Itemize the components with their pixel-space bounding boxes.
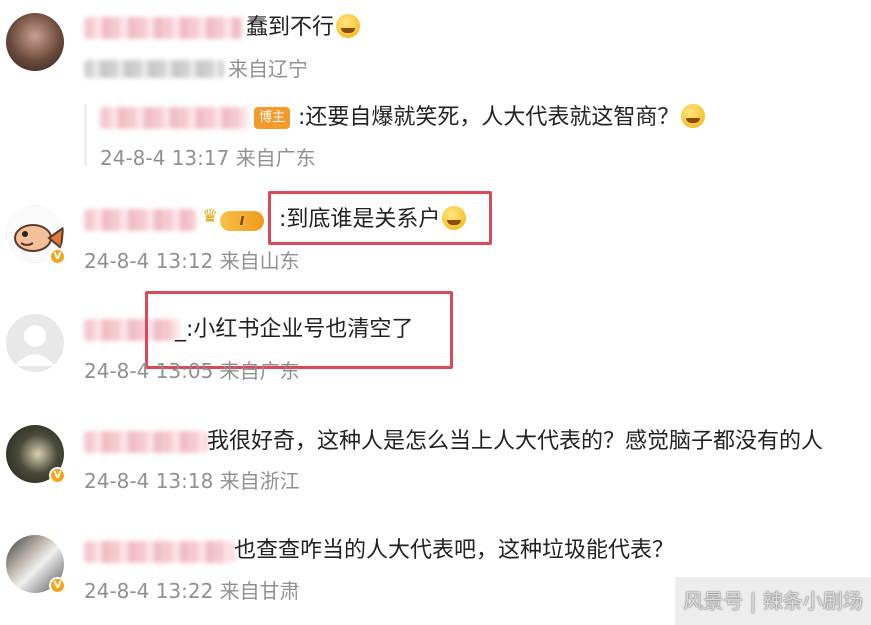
comment-meta: 来自辽宁 — [228, 57, 308, 81]
comment-meta: 24-8-4 13:17 来自广东 — [100, 146, 316, 170]
username-blurred[interactable] — [84, 541, 234, 563]
default-avatar-image — [6, 314, 64, 372]
verified-icon: V — [49, 577, 66, 594]
timestamp-blurred — [84, 60, 224, 78]
user-placeholder-icon — [15, 325, 55, 366]
comment-content: :还要自爆就笑死，人大代表就这智商？ — [298, 105, 680, 130]
comment-text: 蠢到不行 — [246, 14, 361, 42]
comment-meta: 24-8-4 13:12 来自山东 — [84, 249, 300, 273]
comment-text: 也查查咋当的人大代表吧，这种垃圾能代表？ — [234, 537, 674, 565]
comment-content: 也查查咋当的人大代表吧，这种垃圾能代表？ — [234, 538, 675, 563]
level-badge: I — [220, 211, 264, 231]
reply-thread-line — [84, 104, 87, 166]
comment-meta: 24-8-4 13:22 来自甘肃 — [84, 579, 300, 603]
highlight-box — [145, 291, 453, 369]
verified-icon: V — [49, 248, 66, 265]
username-blurred[interactable] — [84, 209, 196, 231]
comment-text: :还要自爆就笑死，人大代表就这智商？ — [298, 104, 706, 132]
host-badge: 博主 — [254, 107, 291, 129]
username-blurred[interactable] — [84, 431, 208, 453]
emoji-icon — [336, 14, 361, 38]
watermark: 风景号 | 辣条小剧场 — [675, 577, 871, 625]
comment-meta: 24-8-4 13:05 来自广东 — [84, 359, 300, 383]
laughing-emoji-icon — [681, 104, 706, 128]
comment-meta: 24-8-4 13:18 来自浙江 — [84, 469, 300, 493]
crown-icon: ♛ — [202, 206, 219, 227]
comment-content: 蠢到不行 — [246, 15, 335, 40]
avatar-image — [6, 13, 64, 71]
verified-icon: V — [49, 467, 66, 484]
username-blurred[interactable] — [84, 17, 242, 39]
avatar[interactable] — [6, 314, 64, 372]
comment-text: 我很好奇，这种人是怎么当上人大代表的？感觉脑子都没有的人 — [207, 428, 823, 456]
highlight-box — [268, 191, 492, 245]
avatar[interactable] — [6, 13, 64, 71]
comment-content: 我很好奇，这种人是怎么当上人大代表的？感觉脑子都没有的人 — [207, 429, 824, 454]
username-blurred[interactable] — [100, 107, 248, 129]
